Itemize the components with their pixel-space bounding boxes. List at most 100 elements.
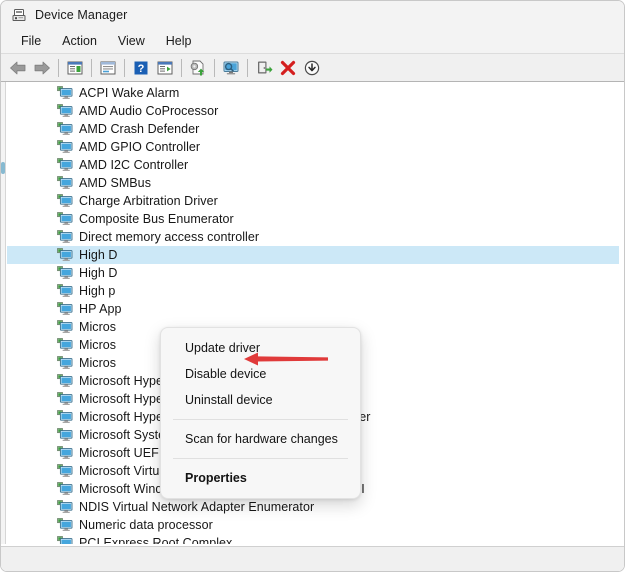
device-list-item[interactable]: PCI Express Root Complex xyxy=(7,534,619,544)
device-list-item[interactable]: AMD Crash Defender xyxy=(7,120,619,138)
toolbar-separator xyxy=(91,59,92,77)
device-list-item-label: ACPI Wake Alarm xyxy=(79,86,179,100)
device-node-icon xyxy=(57,428,73,442)
device-node-icon xyxy=(57,86,73,100)
device-list-item[interactable]: Numeric data processor xyxy=(7,516,619,534)
properties-icon[interactable] xyxy=(96,56,120,80)
ctx-update-driver[interactable]: Update driver xyxy=(161,335,360,361)
device-list-item[interactable]: AMD GPIO Controller xyxy=(7,138,619,156)
device-list-item-label: Micros xyxy=(79,356,116,370)
device-list-item[interactable]: High D xyxy=(7,246,619,264)
device-node-icon xyxy=(57,338,73,352)
device-node-icon xyxy=(57,302,73,316)
device-list-item[interactable]: ACPI Wake Alarm xyxy=(7,84,619,102)
forward-arrow-icon[interactable] xyxy=(30,56,54,80)
scrollbar-thumb[interactable] xyxy=(1,162,5,174)
device-list-item-label: Numeric data processor xyxy=(79,518,213,532)
device-list-item-label: Direct memory access controller xyxy=(79,230,259,244)
device-list-item[interactable]: AMD I2C Controller xyxy=(7,156,619,174)
svg-text:?: ? xyxy=(138,63,145,75)
disable-device-icon[interactable] xyxy=(300,56,324,80)
menu-help[interactable]: Help xyxy=(156,31,203,51)
scan-hardware-changes-icon[interactable] xyxy=(219,56,243,80)
toolbar: ? xyxy=(1,54,625,82)
device-node-icon xyxy=(57,212,73,226)
toolbar-separator xyxy=(247,59,248,77)
device-manager-icon xyxy=(11,7,27,23)
update-driver-icon[interactable] xyxy=(186,56,210,80)
device-node-icon xyxy=(57,374,73,388)
device-list-item-label: AMD SMBus xyxy=(79,176,151,190)
device-list-item-label: High p xyxy=(79,284,115,298)
menu-action[interactable]: Action xyxy=(52,31,108,51)
toolbar-separator xyxy=(124,59,125,77)
device-list-item[interactable]: Direct memory access controller xyxy=(7,228,619,246)
device-tree-panel: ACPI Wake Alarm AMD Audio CoProcessor AMD … xyxy=(1,82,625,572)
device-node-icon xyxy=(57,536,73,544)
back-arrow-icon[interactable] xyxy=(6,56,30,80)
context-menu-separator xyxy=(173,458,348,459)
device-node-icon xyxy=(57,500,73,514)
device-list-item[interactable]: NDIS Virtual Network Adapter Enumerator xyxy=(7,498,619,516)
show-hide-console-tree-icon[interactable] xyxy=(63,56,87,80)
device-list-item-label: AMD GPIO Controller xyxy=(79,140,200,154)
device-node-icon xyxy=(57,230,73,244)
status-bar xyxy=(1,546,625,572)
device-node-icon xyxy=(57,410,73,424)
ctx-uninstall-device[interactable]: Uninstall device xyxy=(161,387,360,413)
device-list-item[interactable]: Composite Bus Enumerator xyxy=(7,210,619,228)
toolbar-separator xyxy=(181,59,182,77)
device-list-item[interactable]: HP App xyxy=(7,300,619,318)
help-icon[interactable]: ? xyxy=(129,56,153,80)
device-node-icon xyxy=(57,446,73,460)
menu-bar: File Action View Help xyxy=(1,29,625,54)
device-node-icon xyxy=(57,464,73,478)
device-manager-window: Device Manager File Action View Help xyxy=(0,0,625,572)
vertical-scrollbar[interactable] xyxy=(1,82,6,544)
device-list-item-label: Charge Arbitration Driver xyxy=(79,194,218,208)
device-list-item-label: High D xyxy=(79,266,118,280)
uninstall-device-icon[interactable] xyxy=(276,56,300,80)
device-list-item-label: NDIS Virtual Network Adapter Enumerator xyxy=(79,500,314,514)
enable-device-icon[interactable] xyxy=(252,56,276,80)
device-list-item-label: Micros xyxy=(79,338,116,352)
device-list-item-label: AMD Crash Defender xyxy=(79,122,199,136)
device-node-icon xyxy=(57,176,73,190)
device-node-icon xyxy=(57,356,73,370)
device-node-icon xyxy=(57,248,73,262)
device-list-item[interactable]: Charge Arbitration Driver xyxy=(7,192,619,210)
window-title: Device Manager xyxy=(35,8,127,22)
menu-file[interactable]: File xyxy=(11,31,52,51)
device-node-icon xyxy=(57,482,73,496)
device-node-icon xyxy=(57,194,73,208)
menu-view[interactable]: View xyxy=(108,31,156,51)
title-bar: Device Manager xyxy=(1,1,625,29)
device-node-icon xyxy=(57,122,73,136)
device-node-icon xyxy=(57,158,73,172)
device-node-icon xyxy=(57,140,73,154)
action-menu-icon[interactable] xyxy=(153,56,177,80)
device-node-icon xyxy=(57,104,73,118)
device-list-item-label: High D xyxy=(79,248,118,262)
ctx-scan-hardware-changes[interactable]: Scan for hardware changes xyxy=(161,426,360,452)
device-list-item-label: AMD I2C Controller xyxy=(79,158,188,172)
device-list-item-label: AMD Audio CoProcessor xyxy=(79,104,218,118)
device-list-item[interactable]: High D xyxy=(7,264,619,282)
toolbar-separator xyxy=(58,59,59,77)
device-list-item[interactable]: AMD SMBus xyxy=(7,174,619,192)
device-list-item-label: PCI Express Root Complex xyxy=(79,536,232,544)
device-list-item[interactable]: High p xyxy=(7,282,619,300)
ctx-properties[interactable]: Properties xyxy=(161,465,360,491)
device-node-icon xyxy=(57,284,73,298)
device-list-item-label: HP App xyxy=(79,302,121,316)
toolbar-separator xyxy=(214,59,215,77)
device-list-item-label: Composite Bus Enumerator xyxy=(79,212,234,226)
ctx-disable-device[interactable]: Disable device xyxy=(161,361,360,387)
device-node-icon xyxy=(57,266,73,280)
device-list-item[interactable]: AMD Audio CoProcessor xyxy=(7,102,619,120)
device-node-icon xyxy=(57,320,73,334)
device-list-item-label: Micros xyxy=(79,320,116,334)
device-node-icon xyxy=(57,392,73,406)
device-context-menu[interactable]: Update driver Disable device Uninstall d… xyxy=(160,327,361,499)
context-menu-separator xyxy=(173,419,348,420)
